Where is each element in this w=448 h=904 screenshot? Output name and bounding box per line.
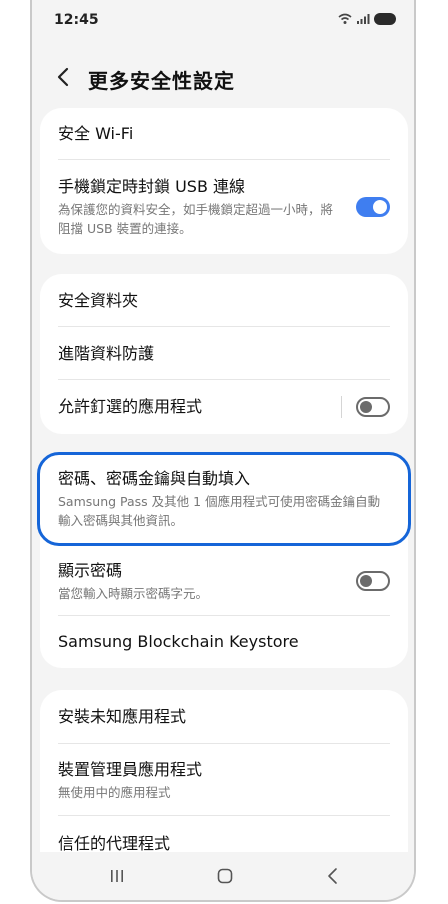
setting-label: 進階資料防護 <box>58 343 155 363</box>
setting-install-unknown-apps[interactable]: 安裝未知應用程式 <box>40 690 408 744</box>
setting-description: 為保護您的資料安全，如手機鎖定超過一小時，將阻擋 USB 裝置的連接。 <box>58 202 334 236</box>
setting-description: 當您輸入時顯示密碼字元。 <box>58 585 209 601</box>
chevron-left-icon <box>57 67 69 87</box>
page-title: 更多安全性設定 <box>88 69 235 93</box>
pinned-apps-toggle[interactable] <box>356 397 390 417</box>
toggle-knob <box>373 200 387 214</box>
setting-secure-wifi[interactable]: 安全 Wi-Fi <box>40 108 408 160</box>
recents-button[interactable] <box>105 864 129 888</box>
status-bar: 12:45 <box>32 0 414 44</box>
setting-device-admin-apps[interactable]: 裝置管理員應用程式 無使用中的應用程式 <box>40 744 408 816</box>
setting-label: Samsung Blockchain Keystore <box>58 632 299 651</box>
show-passwords-toggle[interactable] <box>356 571 390 591</box>
nav-back-button[interactable] <box>321 864 345 888</box>
vertical-separator <box>341 396 342 418</box>
setting-description: 無使用中的應用程式 <box>58 784 171 800</box>
setting-description: Samsung Pass 及其他 1 個應用程式可使用密碼金鑰自動輸入密碼與其他… <box>58 494 381 528</box>
signal-icon <box>357 14 370 24</box>
setting-label: 裝置管理員應用程式 <box>58 759 203 779</box>
setting-advanced-protection[interactable]: 進階資料防護 <box>40 327 408 380</box>
home-icon <box>217 868 233 884</box>
setting-label: 安全 Wi-Fi <box>58 124 134 143</box>
navigation-bar <box>32 852 414 900</box>
setting-label: 顯示密碼 <box>58 560 123 580</box>
settings-group-2: 安全資料夾 進階資料防護 允許釘選的應用程式 <box>40 274 408 434</box>
setting-passwords-autofill[interactable]: 密碼、密碼金鑰與自動填入 Samsung Pass 及其他 1 個應用程式可使用… <box>40 452 408 546</box>
block-usb-toggle[interactable] <box>356 197 390 217</box>
toggle-knob <box>360 575 372 587</box>
toggle-knob <box>360 401 372 413</box>
header: 更多安全性設定 <box>32 56 414 100</box>
home-button[interactable] <box>213 864 237 888</box>
recents-icon <box>111 870 123 882</box>
setting-label: 安裝未知應用程式 <box>58 707 187 726</box>
back-button[interactable] <box>54 66 74 88</box>
nav-back-icon <box>328 868 337 884</box>
settings-group-1: 安全 Wi-Fi 手機鎖定時封鎖 USB 連線 為保護您的資料安全，如手機鎖定超… <box>40 108 408 254</box>
setting-label: 手機鎖定時封鎖 USB 連線 <box>58 177 246 196</box>
status-time: 12:45 <box>54 12 99 28</box>
setting-block-usb[interactable]: 手機鎖定時封鎖 USB 連線 為保護您的資料安全，如手機鎖定超過一小時，將阻擋 … <box>40 160 408 254</box>
setting-pinned-apps[interactable]: 允許釘選的應用程式 <box>40 380 408 434</box>
phone-screen: 12:45 更多安全性設定 安全 Wi-Fi 手機鎖定時封鎖 USB 連線 為保… <box>30 0 416 902</box>
setting-show-passwords[interactable]: 顯示密碼 當您輸入時顯示密碼字元。 <box>40 546 408 616</box>
setting-blockchain-keystore[interactable]: Samsung Blockchain Keystore <box>40 616 408 668</box>
battery-icon <box>374 13 396 25</box>
setting-secure-folder[interactable]: 安全資料夾 <box>40 274 408 327</box>
wifi-icon <box>338 13 352 24</box>
status-icons <box>338 13 396 25</box>
settings-group-3: 密碼、密碼金鑰與自動填入 Samsung Pass 及其他 1 個應用程式可使用… <box>40 452 408 668</box>
setting-label: 密碼、密碼金鑰與自動填入 <box>58 469 251 488</box>
setting-label: 安全資料夾 <box>58 290 139 310</box>
